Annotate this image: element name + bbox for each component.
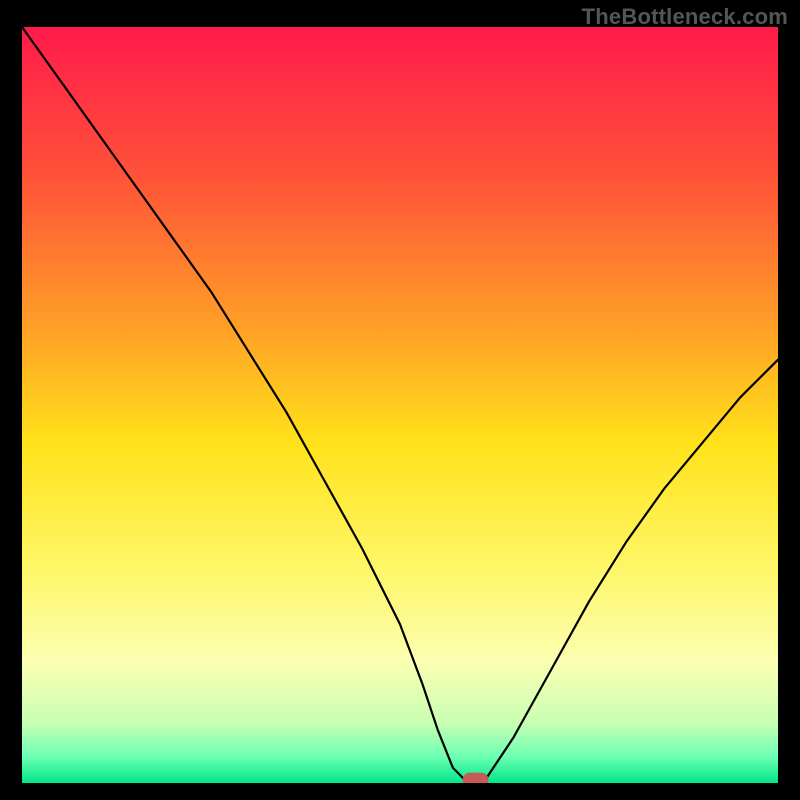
chart-frame: TheBottleneck.com xyxy=(0,0,800,800)
gradient-background xyxy=(22,27,778,783)
bottleneck-chart xyxy=(22,27,778,783)
optimum-marker xyxy=(463,773,489,783)
plot-area xyxy=(22,27,778,783)
watermark-text: TheBottleneck.com xyxy=(582,4,788,30)
